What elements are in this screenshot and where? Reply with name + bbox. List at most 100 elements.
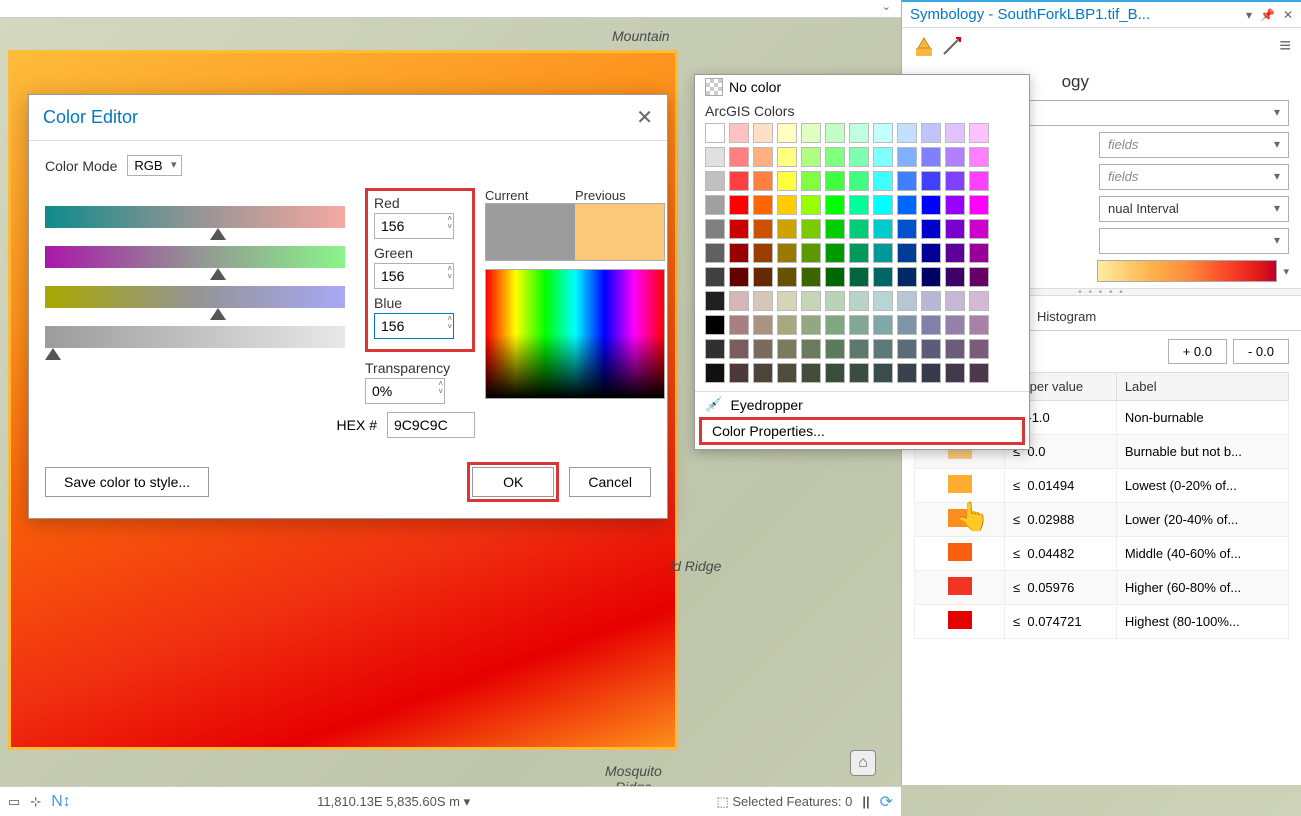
color-swatch-option[interactable] [777,339,797,359]
color-swatch-option[interactable] [945,363,965,383]
primary-symbology-icon[interactable] [912,34,936,58]
table-row[interactable]: ≤ 0.05976 Higher (60-80% of... [915,571,1289,605]
color-swatch-option[interactable] [753,363,773,383]
color-swatch-option[interactable] [777,123,797,143]
color-swatch-option[interactable] [921,123,941,143]
color-swatch-option[interactable] [753,267,773,287]
color-swatch-option[interactable] [921,243,941,263]
class-color-swatch[interactable] [948,611,972,629]
color-swatch-option[interactable] [729,123,749,143]
method-dropdown[interactable]: nual Interval [1099,196,1289,222]
select-tool-icon[interactable]: ▭ [8,794,20,810]
color-swatch-option[interactable] [921,363,941,383]
color-swatch-option[interactable] [849,267,869,287]
green-input[interactable]: 156˄˅ [374,263,454,289]
color-swatch-option[interactable] [729,171,749,191]
blue-input[interactable]: 156˄˅ [374,313,454,339]
color-swatch-option[interactable] [801,147,821,167]
close-icon[interactable]: ✕ [636,105,653,130]
color-swatch-option[interactable] [945,339,965,359]
color-swatch-option[interactable] [969,195,989,215]
save-color-button[interactable]: Save color to style... [45,467,209,497]
red-slider[interactable] [45,206,345,228]
color-swatch-option[interactable] [801,171,821,191]
color-swatch-option[interactable] [873,339,893,359]
color-swatch-option[interactable] [873,147,893,167]
spin-down-icon[interactable]: ˅ [447,273,452,281]
color-swatch-option[interactable] [705,267,725,287]
upper-value-cell[interactable]: ≤ 0.05976 [1005,571,1117,605]
no-color-option[interactable]: No color [695,75,1029,99]
transparency-input[interactable]: 0%˄˅ [365,378,445,404]
upper-value-cell[interactable]: ≤ 0.02988 [1005,503,1117,537]
color-swatch-option[interactable] [705,363,725,383]
color-swatch-option[interactable] [705,339,725,359]
color-swatch-option[interactable] [825,219,845,239]
color-swatch-option[interactable] [897,291,917,311]
color-swatch-option[interactable] [873,267,893,287]
table-row[interactable]: ≤ 0.01494 Lowest (0-20% of... [915,469,1289,503]
color-swatch-option[interactable] [729,315,749,335]
label-cell[interactable]: Higher (60-80% of... [1116,571,1288,605]
color-swatch-option[interactable] [897,267,917,287]
color-swatch-option[interactable] [849,123,869,143]
color-swatch-option[interactable] [705,291,725,311]
color-swatch-option[interactable] [729,243,749,263]
color-swatch-option[interactable] [873,171,893,191]
class-color-swatch[interactable] [948,475,972,493]
pause-icon[interactable]: || [862,794,869,809]
color-swatch-option[interactable] [945,147,965,167]
color-swatch-option[interactable] [873,195,893,215]
color-swatch-option[interactable] [777,171,797,191]
color-swatch-option[interactable] [945,195,965,215]
color-swatch-option[interactable] [945,171,965,191]
color-swatch-option[interactable] [969,243,989,263]
color-swatch-option[interactable] [729,363,749,383]
color-swatch-option[interactable] [849,363,869,383]
color-mode-select[interactable]: RGB [127,155,181,176]
offset-plus-button[interactable]: + 0.0 [1168,339,1227,364]
color-swatch-option[interactable] [729,147,749,167]
color-swatch-option[interactable] [897,123,917,143]
spin-down-icon[interactable]: ˅ [447,223,452,231]
blue-slider[interactable] [45,286,345,308]
color-swatch-option[interactable] [969,147,989,167]
color-swatch-option[interactable] [897,315,917,335]
color-swatch-option[interactable] [729,291,749,311]
color-swatch-option[interactable] [753,219,773,239]
color-swatch-option[interactable] [801,291,821,311]
color-swatch-option[interactable] [825,243,845,263]
color-swatch-option[interactable] [897,147,917,167]
class-color-swatch[interactable] [948,543,972,561]
color-swatch-option[interactable] [777,267,797,287]
color-swatch-option[interactable] [705,195,725,215]
color-swatch-option[interactable] [705,123,725,143]
cancel-button[interactable]: Cancel [569,467,651,497]
offset-minus-button[interactable]: - 0.0 [1233,339,1289,364]
color-swatch-option[interactable] [801,363,821,383]
color-swatch-option[interactable] [969,267,989,287]
color-swatch-option[interactable] [921,267,941,287]
color-swatch-option[interactable] [825,291,845,311]
color-swatch-option[interactable] [921,315,941,335]
tab-histogram[interactable]: Histogram [1022,302,1111,330]
color-swatch-option[interactable] [801,195,821,215]
red-input[interactable]: 156˄˅ [374,213,454,239]
color-swatch-option[interactable] [921,291,941,311]
color-swatch-option[interactable] [753,195,773,215]
pin-icon[interactable]: 📌 [1260,8,1275,22]
color-swatch-option[interactable] [969,171,989,191]
color-swatch-option[interactable] [873,123,893,143]
color-swatch-option[interactable] [873,363,893,383]
label-cell[interactable]: Middle (40-60% of... [1116,537,1288,571]
refresh-icon[interactable]: ⟳ [880,792,893,812]
color-swatch-option[interactable] [777,291,797,311]
col-label[interactable]: Label [1116,373,1288,401]
color-swatch-option[interactable] [897,219,917,239]
navigator-icon[interactable]: ⌂ [850,750,876,776]
vary-symbology-icon[interactable] [940,34,964,58]
color-swatch-option[interactable] [873,243,893,263]
color-swatch-option[interactable] [825,315,845,335]
color-swatch-option[interactable] [777,195,797,215]
collapse-chevron-icon[interactable]: ⌄ [882,0,891,17]
